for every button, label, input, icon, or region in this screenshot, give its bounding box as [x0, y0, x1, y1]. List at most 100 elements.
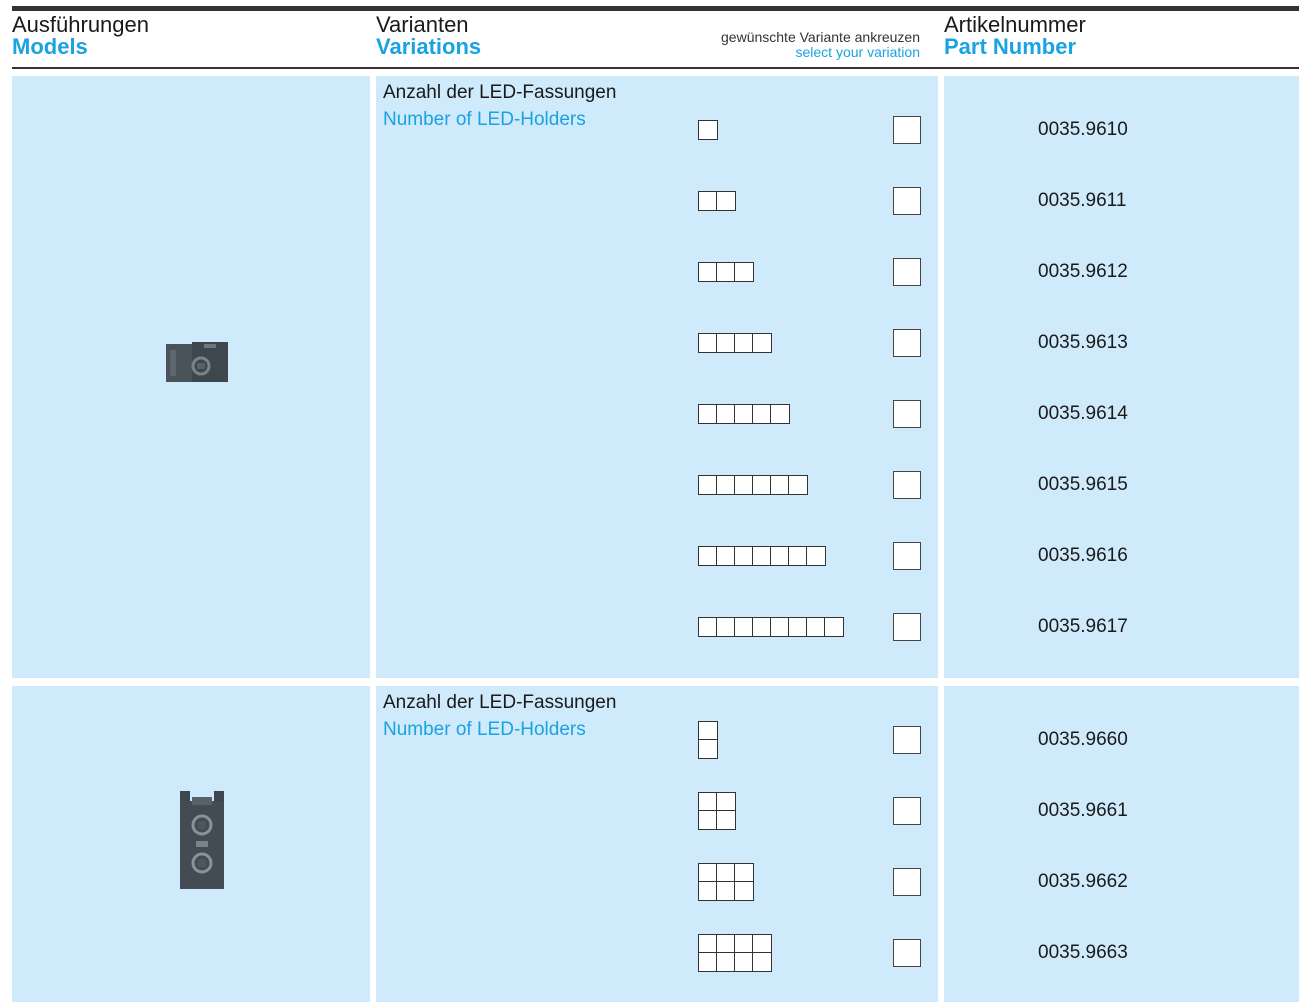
- led-holder-cell: [698, 333, 718, 353]
- led-holder-cell: [770, 404, 790, 424]
- led-holder-cell: [788, 617, 808, 637]
- led-holder-cell: [716, 546, 736, 566]
- led-holder-cell: [716, 792, 736, 812]
- led-holder-cell: [752, 617, 772, 637]
- led-holder-cell: [698, 881, 718, 901]
- part-number: 0035.9612: [1038, 261, 1128, 282]
- led-holder-cell: [734, 475, 754, 495]
- led-holder-layout-icon: [698, 333, 772, 353]
- part-number: 0035.9660: [1038, 729, 1128, 750]
- led-holder-cell: [734, 333, 754, 353]
- select-variation-checkbox[interactable]: [893, 542, 921, 570]
- led-holder-cell: [788, 546, 808, 566]
- led-holder-cell: [698, 546, 718, 566]
- led-holder-layout-icon: [698, 934, 772, 972]
- header-part-number: Artikelnummer Part Number: [944, 12, 1086, 59]
- group-2-label: Anzahl der LED-Fassungen Number of LED-H…: [383, 692, 617, 740]
- select-variation-checkbox[interactable]: [893, 471, 921, 499]
- led-holder-cell: [752, 546, 772, 566]
- led-holder-cell: [698, 120, 718, 140]
- part-number: 0035.9613: [1038, 332, 1128, 353]
- part-number: 0035.9616: [1038, 545, 1128, 566]
- led-holder-layout-icon: [698, 863, 754, 901]
- led-holder-cell: [734, 546, 754, 566]
- part-number: 0035.9663: [1038, 942, 1128, 963]
- led-holder-cell: [698, 721, 718, 741]
- led-holder-layout-icon: [698, 721, 718, 759]
- led-holder-double-row-image: [180, 791, 224, 889]
- part-number: 0035.9661: [1038, 800, 1128, 821]
- led-holder-cell: [734, 262, 754, 282]
- led-holder-cell: [698, 934, 718, 954]
- select-variation-checkbox[interactable]: [893, 187, 921, 215]
- led-holder-cell: [752, 952, 772, 972]
- header-variations: Varianten Variations: [376, 12, 482, 59]
- part-number: 0035.9611: [1038, 190, 1127, 211]
- select-variation-checkbox[interactable]: [893, 726, 921, 754]
- led-holder-cell: [716, 863, 736, 883]
- led-holder-cell: [824, 617, 844, 637]
- led-holder-cell: [716, 333, 736, 353]
- led-holder-layout-icon: [698, 617, 844, 637]
- part-number: 0035.9662: [1038, 871, 1128, 892]
- select-variation-checkbox[interactable]: [893, 868, 921, 896]
- select-variation-checkbox[interactable]: [893, 797, 921, 825]
- select-variation-checkbox[interactable]: [893, 400, 921, 428]
- led-holder-cell: [698, 262, 718, 282]
- led-holder-layout-icon: [698, 262, 754, 282]
- led-holder-cell: [716, 952, 736, 972]
- led-holder-cell: [734, 934, 754, 954]
- select-variation-checkbox[interactable]: [893, 329, 921, 357]
- header-rule: [12, 67, 1299, 69]
- led-holder-cell: [752, 404, 772, 424]
- part-cell-1: [944, 76, 1299, 678]
- led-holder-cell: [788, 475, 808, 495]
- part-number: 0035.9617: [1038, 616, 1128, 637]
- led-holder-layout-icon: [698, 792, 736, 830]
- led-holder-cell: [698, 404, 718, 424]
- led-holder-cell: [716, 881, 736, 901]
- led-holder-layout-icon: [698, 546, 826, 566]
- part-number: 0035.9615: [1038, 474, 1128, 495]
- variations-cell-1: [376, 76, 938, 678]
- led-holder-cell: [734, 617, 754, 637]
- led-holder-cell: [734, 881, 754, 901]
- led-holder-cell: [806, 546, 826, 566]
- led-holder-cell: [734, 863, 754, 883]
- select-variation-checkbox[interactable]: [893, 939, 921, 967]
- led-holder-cell: [770, 475, 790, 495]
- header-select-hint: gewünschte Variante ankreuzen select you…: [721, 29, 920, 60]
- led-holder-cell: [698, 863, 718, 883]
- led-holder-cell: [716, 617, 736, 637]
- led-holder-cell: [698, 739, 718, 759]
- group-1-label: Anzahl der LED-Fassungen Number of LED-H…: [383, 82, 617, 130]
- part-number: 0035.9610: [1038, 119, 1128, 140]
- led-holder-cell: [698, 952, 718, 972]
- led-holder-single-row-image: [166, 342, 228, 382]
- led-holder-cell: [698, 792, 718, 812]
- header-models: Ausführungen Models: [12, 12, 149, 59]
- led-holder-cell: [716, 934, 736, 954]
- led-holder-layout-icon: [698, 475, 808, 495]
- select-variation-checkbox[interactable]: [893, 258, 921, 286]
- led-holder-cell: [698, 617, 718, 637]
- select-variation-checkbox[interactable]: [893, 116, 921, 144]
- led-holder-cell: [752, 333, 772, 353]
- led-holder-cell: [770, 617, 790, 637]
- led-holder-cell: [734, 404, 754, 424]
- led-holder-layout-icon: [698, 120, 718, 140]
- top-rule: [12, 6, 1299, 11]
- led-holder-cell: [806, 617, 826, 637]
- part-number: 0035.9614: [1038, 403, 1128, 424]
- led-holder-cell: [716, 262, 736, 282]
- led-holder-cell: [752, 475, 772, 495]
- led-holder-cell: [716, 810, 736, 830]
- led-holder-cell: [734, 952, 754, 972]
- led-holder-cell: [716, 404, 736, 424]
- led-holder-cell: [716, 191, 736, 211]
- led-holder-layout-icon: [698, 404, 790, 424]
- led-holder-layout-icon: [698, 191, 736, 211]
- led-holder-cell: [698, 810, 718, 830]
- led-holder-cell: [716, 475, 736, 495]
- select-variation-checkbox[interactable]: [893, 613, 921, 641]
